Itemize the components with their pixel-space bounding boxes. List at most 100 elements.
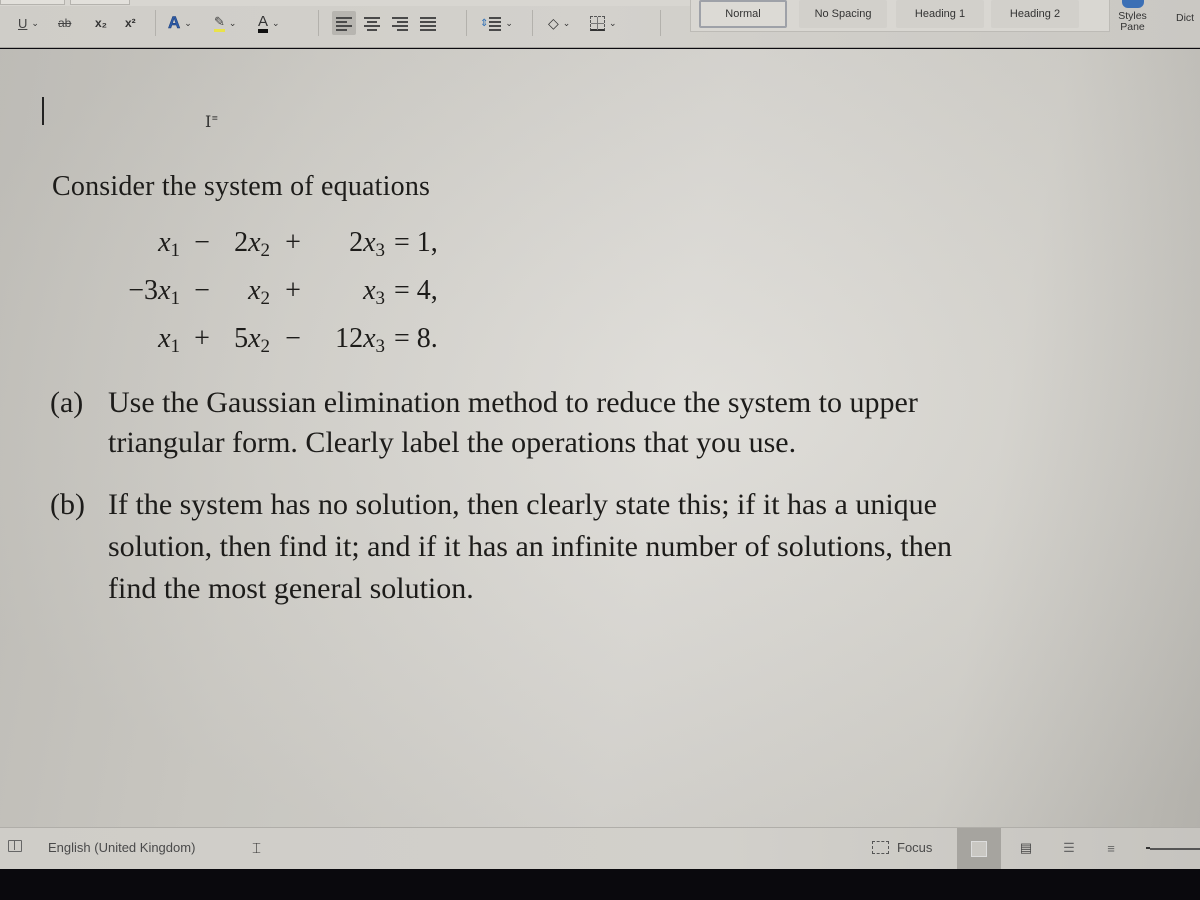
chevron-down-icon[interactable]: ⌄ xyxy=(229,18,237,29)
subscript-icon: x₂ xyxy=(95,16,108,30)
draft-view-button[interactable]: ≡ xyxy=(1100,838,1122,858)
print-layout-view-button[interactable] xyxy=(957,828,1001,870)
outline-icon: ☰ xyxy=(1063,840,1075,855)
equation-term-2: x2 xyxy=(248,275,270,309)
equation-term-1: −3x1 xyxy=(128,275,180,309)
equation-term-3: 2x3 xyxy=(349,227,385,261)
styles-pane-icon xyxy=(1121,0,1144,8)
part-text-line: find the most general solution. xyxy=(108,572,474,605)
equation-term-1: x1 xyxy=(158,323,180,357)
part-label: (a) xyxy=(50,386,84,419)
draft-icon: ≡ xyxy=(1107,840,1115,856)
equation-term-2: 2x2 xyxy=(234,227,270,261)
toolbar-separator xyxy=(318,10,319,36)
equation-rhs: = 8. xyxy=(394,323,438,354)
toolbar-separator xyxy=(532,10,533,36)
part-text-line: If the system has no solution, then clea… xyxy=(108,488,937,521)
part-label: (b) xyxy=(50,488,85,521)
chevron-down-icon[interactable]: ⌄ xyxy=(505,18,513,29)
part-text-line: triangular form. Clearly label the opera… xyxy=(108,426,797,459)
equation-term-3: x3 xyxy=(363,275,385,309)
borders-button[interactable]: ⌄ xyxy=(590,12,617,34)
align-left-icon xyxy=(336,16,352,31)
chevron-down-icon[interactable]: ⌄ xyxy=(563,18,571,29)
equation-rhs: = 4, xyxy=(394,275,438,306)
language-indicator[interactable]: English (United Kingdom) xyxy=(48,840,195,855)
align-center-button[interactable] xyxy=(364,12,380,34)
align-left-button[interactable] xyxy=(332,11,356,35)
chevron-down-icon[interactable]: ⌄ xyxy=(31,18,39,29)
chevron-down-icon[interactable]: ⌄ xyxy=(609,18,617,29)
ribbon-top-strip xyxy=(0,0,780,6)
strikethrough-button[interactable]: ab xyxy=(58,12,71,34)
equation-term-1: x1 xyxy=(158,227,180,261)
superscript-icon: x² xyxy=(125,16,136,30)
focus-button[interactable]: Focus xyxy=(872,840,932,855)
text-insertion-cursor xyxy=(42,97,44,125)
web-layout-view-button[interactable]: ▤ xyxy=(1015,838,1037,858)
ibeam-cursor-icon: I≡ xyxy=(205,112,219,131)
styles-pane-label-2: Pane xyxy=(1120,21,1145,33)
borders-icon xyxy=(590,15,605,31)
equation-operator: + xyxy=(285,275,301,306)
equation-term-3: 12x3 xyxy=(335,323,385,357)
focus-label: Focus xyxy=(897,840,933,855)
underline-button[interactable]: U ⌄ xyxy=(18,12,39,34)
zoom-slider[interactable] xyxy=(1150,848,1200,850)
print-layout-icon xyxy=(971,841,987,857)
part-text-line: solution, then find it; and if it has an… xyxy=(108,530,953,563)
screen-bezel xyxy=(0,869,1200,900)
align-center-icon xyxy=(364,16,380,31)
outline-view-button[interactable]: ☰ xyxy=(1058,838,1080,858)
justify-button[interactable] xyxy=(420,12,436,34)
align-right-button[interactable] xyxy=(392,12,408,34)
line-spacing-button[interactable]: ⇕ ⌄ xyxy=(480,12,513,34)
web-layout-icon: ▤ xyxy=(1019,840,1033,855)
accessibility-icon[interactable]: ⌶ xyxy=(252,840,261,857)
style-normal[interactable]: Normal xyxy=(699,0,787,28)
strikethrough-icon: ab xyxy=(58,16,72,30)
part-text-line: Use the Gaussian elimination method to r… xyxy=(108,386,918,419)
text-effects-icon: A xyxy=(168,13,181,33)
highlight-button[interactable]: ✎ ⌄ xyxy=(214,12,236,34)
dictate-button[interactable]: Dict xyxy=(1176,12,1194,24)
style-heading-2[interactable]: Heading 2 xyxy=(991,0,1079,28)
equation-system: x1 − 2x2 + 2x3 = 1, −3x1 − x2 + x3 = 4, … xyxy=(0,219,600,369)
style-no-spacing[interactable]: No Spacing xyxy=(799,0,887,28)
justify-icon xyxy=(420,16,436,31)
style-heading-1[interactable]: Heading 1 xyxy=(896,0,984,28)
equation-row: −3x1 − x2 + x3 = 4, xyxy=(0,275,600,315)
focus-icon xyxy=(872,841,889,854)
toolbar-separator xyxy=(155,10,156,36)
question-part-a: (a) Use the Gaussian elimination method … xyxy=(50,386,1150,476)
shading-button[interactable]: ◇ ⌄ xyxy=(548,12,570,34)
toolbar-separator xyxy=(660,10,661,36)
document-page[interactable]: I≡ Consider the system of equations x1 −… xyxy=(0,49,1200,827)
proofing-icon[interactable] xyxy=(8,840,22,852)
highlighter-icon: ✎ xyxy=(214,14,225,32)
line-spacing-lines-icon xyxy=(489,16,502,31)
underline-icon: U xyxy=(18,15,28,31)
equation-operator: + xyxy=(285,227,301,258)
superscript-button[interactable]: x² xyxy=(125,12,136,34)
question-part-b: (b) If the system has no solution, then … xyxy=(50,488,1180,618)
chevron-down-icon[interactable]: ⌄ xyxy=(184,18,192,29)
equation-term-2: 5x2 xyxy=(234,323,270,357)
align-right-icon xyxy=(392,16,408,31)
toolbar-separator xyxy=(466,10,467,36)
font-color-icon: A xyxy=(258,14,269,33)
font-size-box[interactable] xyxy=(70,0,130,5)
line-spacing-icon: ⇕ xyxy=(480,17,489,29)
equation-rhs: = 1, xyxy=(394,227,438,258)
styles-pane-button[interactable]: Styles Pane xyxy=(1110,0,1155,42)
font-name-box[interactable] xyxy=(0,0,65,5)
text-effects-button[interactable]: A ⌄ xyxy=(168,12,192,34)
status-bar: English (United Kingdom) ⌶ Focus ▤ ☰ ≡ xyxy=(0,827,1200,870)
subscript-button[interactable]: x₂ xyxy=(95,12,107,34)
intro-text: Consider the system of equations xyxy=(52,171,431,202)
equation-row: x1 − 2x2 + 2x3 = 1, xyxy=(0,227,600,267)
chevron-down-icon[interactable]: ⌄ xyxy=(272,18,280,29)
styles-gallery: Normal No Spacing Heading 1 Heading 2 xyxy=(690,0,1110,32)
font-color-button[interactable]: A ⌄ xyxy=(258,12,280,34)
equation-operator: − xyxy=(285,323,301,354)
